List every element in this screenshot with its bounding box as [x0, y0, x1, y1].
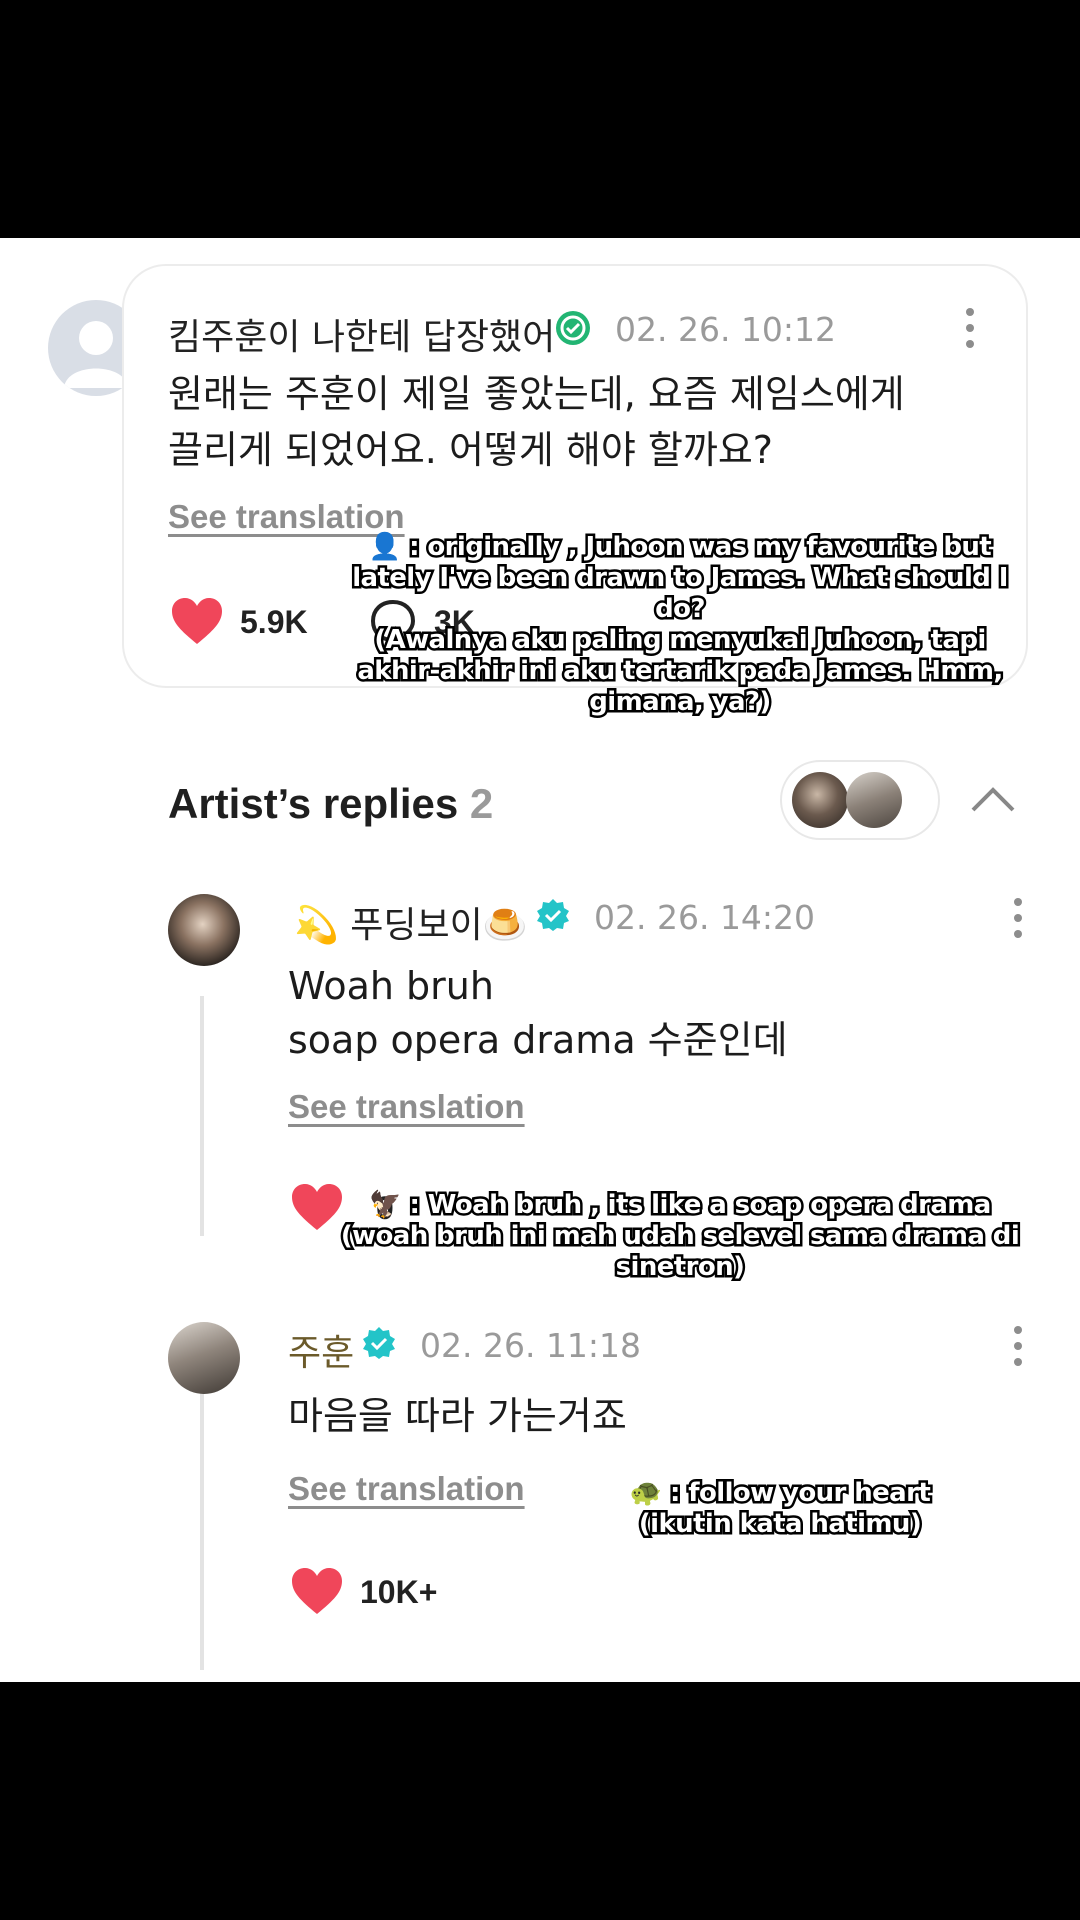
- caption-reply2-id: (ikutin kata hatimu): [636, 1507, 924, 1542]
- caption-post-en-line-1: 👤 : originally , Juhoon was my favourite…: [366, 530, 994, 565]
- reply-more-icon[interactable]: [1012, 1326, 1024, 1370]
- reply-avatar-puddingboy[interactable]: [168, 894, 240, 966]
- artist-replies-count: 2: [469, 780, 494, 827]
- artist-avatar-juhoon-small: [846, 772, 902, 828]
- post-more-icon[interactable]: [964, 308, 976, 352]
- reply-author-puddingboy[interactable]: 💫 푸딩보이🍮: [294, 896, 528, 948]
- caption-reply1-id-line-1: (woah bruh ini mah udah selevel sama dra…: [338, 1219, 1022, 1254]
- collapse-chevron-up-icon[interactable]: [970, 784, 1016, 814]
- reply-see-translation-link[interactable]: See translation: [288, 1470, 525, 1508]
- post-see-translation-link[interactable]: See translation: [168, 498, 405, 536]
- caption-post-id-line-2: akhir-akhir ini aku tertarik pada James.…: [355, 654, 1006, 689]
- reply-timestamp-puddingboy: 02. 26. 14:20: [594, 898, 816, 937]
- verified-badge-icon: [536, 898, 570, 932]
- reply-text-line-1: Woah bruh: [288, 964, 494, 1008]
- post-timestamp: 02. 26. 10:12: [615, 310, 837, 349]
- reply-like-count-juhoon: 10K+: [360, 1574, 438, 1610]
- caption-post-en-line-3: do?: [653, 592, 708, 627]
- reply-text-juhoon: 마음을 따라 가는거죠: [288, 1394, 627, 1438]
- caption-reply2-en: 🐢 : follow your heart: [627, 1476, 933, 1511]
- reply-like-heart-icon[interactable]: [290, 1566, 344, 1616]
- artist-replies-title: Artist’s replies 2: [168, 780, 493, 828]
- post-author-name[interactable]: 킴주훈이 나한테 답장했어: [168, 308, 555, 360]
- post-text-line-2: 끌리게 되었어요. 어떻게 해야 할까요?: [168, 428, 773, 472]
- reply-avatar-juhoon[interactable]: [168, 1322, 240, 1394]
- caption-post-id-line-3: gimana, ya?): [587, 685, 774, 720]
- thread-line-1: [200, 996, 204, 1236]
- caption-reply1-en: 🦅 : Woah bruh , its like a soap opera dr…: [367, 1188, 994, 1223]
- reply-author-juhoon[interactable]: 주훈: [288, 1324, 354, 1376]
- thread-line-2: [200, 1370, 204, 1670]
- verified-badge-icon: [362, 1326, 396, 1360]
- comment-screen: 킴주훈이 나한테 답장했어 02. 26. 10:12 원래는 주훈이 제일 좋…: [0, 238, 1080, 1682]
- caption-reply1-id-line-2: sinetron): [613, 1250, 747, 1285]
- reply-see-translation-link[interactable]: See translation: [288, 1088, 525, 1126]
- caption-post-id-line-1: (Awalnya aku paling menyukai Juhoon, tap…: [372, 623, 989, 658]
- post-like-count: 5.9K: [240, 604, 308, 640]
- caption-post-translation: 👤 : originally , Juhoon was my favourite…: [330, 530, 1030, 720]
- post-text-line-1: 원래는 주훈이 제일 좋았는데, 요즘 제임스에게: [168, 372, 905, 416]
- caption-reply2-translation: 🐢 : follow your heart (ikutin kata hatim…: [590, 1476, 970, 1542]
- reply-more-icon[interactable]: [1012, 898, 1024, 942]
- like-heart-icon[interactable]: [170, 596, 224, 646]
- caption-post-en-line-2: lately I've been drawn to James. What sh…: [350, 561, 1011, 596]
- artist-replies-label: Artist’s replies: [168, 780, 459, 827]
- reply-text-line-2: soap opera drama 수준인데: [288, 1018, 788, 1062]
- caption-reply1-translation: 🦅 : Woah bruh , its like a soap opera dr…: [300, 1188, 1060, 1285]
- verified-badge-icon: [555, 310, 591, 346]
- artist-avatar-puddingboy-small: [792, 772, 848, 828]
- reply-timestamp-juhoon: 02. 26. 11:18: [420, 1326, 642, 1365]
